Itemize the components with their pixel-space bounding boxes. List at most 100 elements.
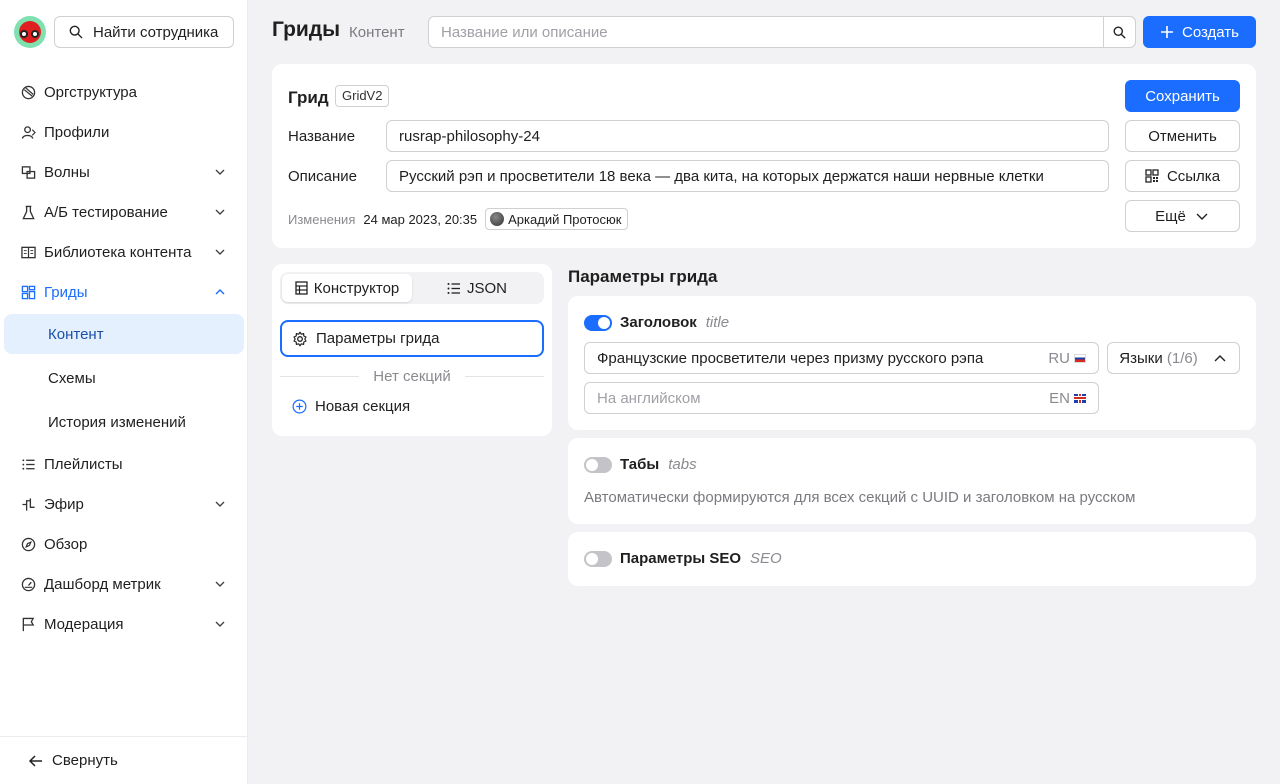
chevron-down-icon	[212, 244, 228, 260]
heading-en-input[interactable]	[597, 389, 1050, 407]
chevron-down-icon	[1194, 208, 1210, 224]
more-button[interactable]: Ещё	[1125, 200, 1240, 232]
page-title: Гриды	[272, 18, 341, 41]
tab-constructor[interactable]: Конструктор	[282, 274, 412, 302]
uk-flag-icon	[1074, 393, 1086, 403]
languages-label: Языки (1/6)	[1119, 350, 1197, 367]
tab-json[interactable]: JSON	[412, 274, 542, 302]
chevron-down-icon	[212, 496, 228, 512]
book-icon	[20, 244, 36, 260]
changes-date: 24 мар 2023, 20:35	[363, 211, 478, 227]
sidebar-nav: Оргструктура Профили Волны А/Б тестирова…	[0, 72, 248, 644]
flag-icon	[20, 616, 36, 632]
sidebar-item-grids[interactable]: Гриды	[0, 272, 248, 312]
languages-button[interactable]: Языки (1/6)	[1107, 342, 1240, 374]
sidebar-subitem-history[interactable]: История изменений	[4, 400, 244, 444]
changes-meta: Изменения 24 мар 2023, 20:35 Аркадий Про…	[288, 208, 629, 230]
link-button[interactable]: Ссылка	[1125, 160, 1240, 192]
sidebar-item-profiles[interactable]: Профили	[0, 112, 248, 152]
sidebar-item-content-library[interactable]: Библиотека контента	[0, 232, 248, 272]
seo-label-text: Параметры SEO	[620, 550, 742, 567]
changes-label: Изменения	[288, 211, 356, 227]
sidebar-item-label: Модерация	[44, 615, 124, 633]
grid-params-item[interactable]: Параметры грида	[280, 320, 544, 357]
tabs-description: Автоматически формируются для всех секци…	[584, 489, 1136, 506]
new-section-button[interactable]: Новая секция	[292, 398, 410, 415]
ru-language-tag: RU	[1048, 350, 1086, 367]
chevron-down-icon	[212, 204, 228, 220]
waves-icon	[20, 164, 36, 180]
sidebar-subitem-schemes[interactable]: Схемы	[4, 356, 244, 400]
org-icon	[20, 84, 36, 100]
heading-ru-input[interactable]	[597, 349, 1049, 367]
sidebar-item-waves[interactable]: Волны	[0, 152, 248, 192]
seo-param-card: Параметры SEO SEO	[568, 532, 1256, 586]
link-label: Ссылка	[1166, 167, 1221, 185]
russia-flag-icon	[1074, 353, 1086, 363]
name-field[interactable]	[386, 120, 1109, 152]
sidebar-item-ab-testing[interactable]: А/Б тестирование	[0, 192, 248, 232]
gear-icon	[292, 331, 308, 347]
tabs-param-label: Табы tabs	[620, 456, 697, 473]
chevron-down-icon	[212, 616, 228, 632]
heading-ru-field: RU	[584, 342, 1099, 374]
flask-icon	[20, 204, 36, 220]
sidebar-item-moderation[interactable]: Модерация	[0, 604, 248, 644]
qr-code-icon	[1145, 169, 1159, 183]
grid-icon	[20, 284, 36, 300]
page-subtitle: Контент	[349, 24, 405, 41]
seo-param-label: Параметры SEO SEO	[620, 550, 782, 567]
cancel-button[interactable]: Отменить	[1125, 120, 1240, 152]
languages-text: Языки	[1119, 349, 1163, 367]
profile-icon	[20, 124, 36, 140]
description-label: Описание	[288, 168, 358, 185]
en-language-tag: EN	[1049, 390, 1086, 407]
grid-search	[428, 16, 1136, 48]
en-tag-text: EN	[1049, 389, 1070, 407]
author-chip[interactable]: Аркадий Протосюк	[485, 208, 629, 230]
gauge-icon	[20, 576, 36, 592]
ru-tag-text: RU	[1048, 349, 1070, 367]
sidebar-item-org[interactable]: Оргструктура	[0, 72, 248, 112]
description-field[interactable]	[386, 160, 1109, 192]
seo-toggle[interactable]	[584, 551, 612, 567]
save-button[interactable]: Сохранить	[1125, 80, 1240, 112]
avatar	[490, 212, 505, 226]
tabs-key: tabs	[668, 456, 697, 473]
chevron-up-icon	[212, 284, 228, 300]
find-employee-button[interactable]: Найти сотрудника	[54, 16, 234, 48]
sidebar-item-overview[interactable]: Обзор	[0, 524, 248, 564]
sidebar-item-metrics-dashboard[interactable]: Дашборд метрик	[0, 564, 248, 604]
name-label: Название	[288, 128, 356, 145]
sidebar-item-playlists[interactable]: Плейлисты	[0, 444, 248, 484]
tabs-toggle[interactable]	[584, 457, 612, 473]
sidebar-item-label: Оргструктура	[44, 83, 137, 101]
no-sections-divider: Нет секций	[280, 366, 544, 386]
list-icon	[20, 456, 36, 472]
view-switcher: Конструктор JSON	[280, 272, 544, 304]
app-logo[interactable]	[14, 16, 46, 48]
sidebar-item-label: Гриды	[44, 283, 88, 301]
sidebar-item-broadcast[interactable]: Эфир	[0, 484, 248, 524]
create-button[interactable]: Создать	[1143, 16, 1256, 48]
grid-search-input[interactable]	[429, 17, 1103, 47]
sidebar-subitem-content[interactable]: Контент	[4, 314, 244, 354]
list-icon	[447, 282, 461, 295]
arrow-left-icon	[28, 753, 44, 769]
search-icon	[1113, 26, 1126, 39]
more-label: Ещё	[1155, 207, 1186, 225]
save-label: Сохранить	[1145, 87, 1220, 105]
tabs-label-text: Табы	[620, 456, 660, 473]
collapse-sidebar-button[interactable]: Свернуть	[0, 736, 248, 784]
heading-param-card: Заголовок title RU EN Языки (1/6)	[568, 296, 1256, 430]
author-name: Аркадий Протосюк	[508, 211, 622, 227]
cancel-label: Отменить	[1148, 127, 1217, 145]
heading-toggle[interactable]	[584, 315, 612, 331]
sidebar-item-label: А/Б тестирование	[44, 203, 168, 221]
heading-en-field: EN	[584, 382, 1099, 414]
grid-search-button[interactable]	[1103, 17, 1135, 47]
sidebar-item-label: Эфир	[44, 495, 84, 513]
heading-label-text: Заголовок	[620, 314, 697, 331]
broadcast-icon	[20, 496, 36, 512]
chevron-down-icon	[212, 576, 228, 592]
